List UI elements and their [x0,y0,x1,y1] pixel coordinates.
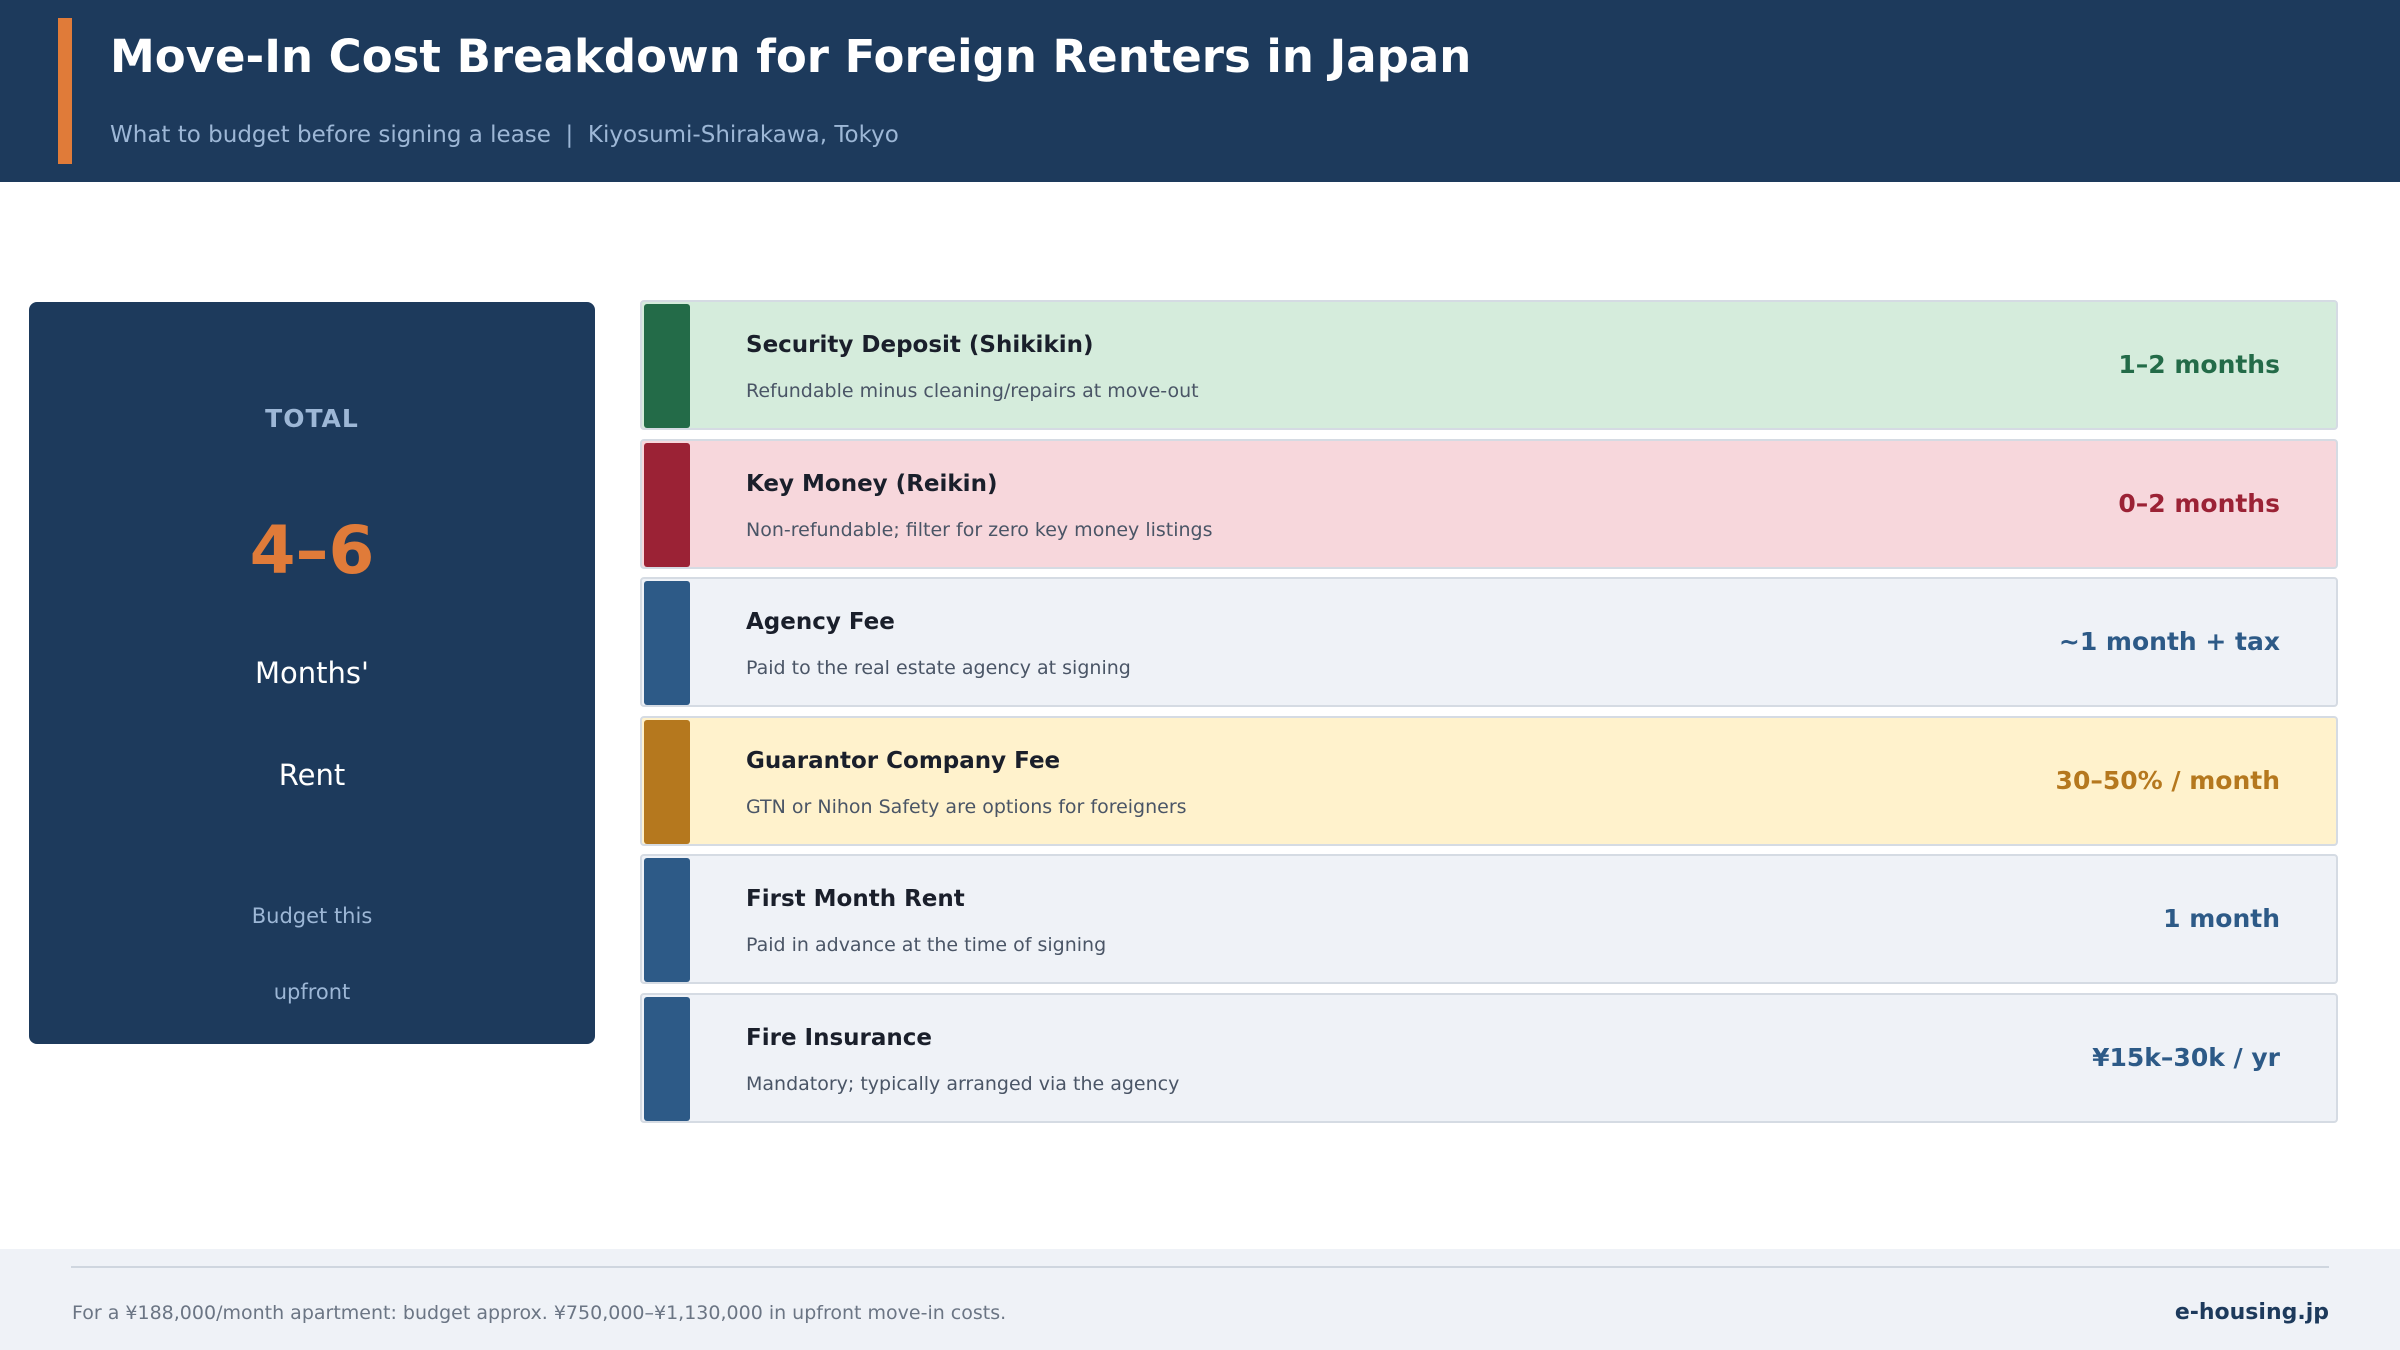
total-range: 4–6 [249,512,375,589]
cost-row-guarantor-fee: Guarantor Company Fee GTN or Nihon Safet… [640,716,2338,846]
cost-accent-bar [644,997,690,1121]
cost-amount: ~1 month + tax [2058,627,2280,656]
cost-description: Mandatory; typically arranged via the ag… [746,1073,1180,1095]
header-accent-bar [58,18,72,164]
footer-note: For a ¥188,000/month apartment: budget a… [72,1302,1007,1324]
cost-row-security-deposit: Security Deposit (Shikikin) Refundable m… [640,300,2338,430]
cost-amount: 0–2 months [2118,489,2280,518]
cost-row-key-money: Key Money (Reikin) Non-refundable; filte… [640,439,2338,569]
cost-accent-bar [644,304,690,428]
total-label: TOTAL [265,404,359,433]
cost-name: Fire Insurance [746,1025,933,1051]
infographic-page: Move-In Cost Breakdown for Foreign Rente… [0,0,2400,1350]
cost-row-fire-insurance: Fire Insurance Mandatory; typically arra… [640,993,2338,1123]
footer-brand: e-housing.jp [2174,1300,2329,1325]
cost-name: Security Deposit (Shikikin) [746,332,1094,358]
header-banner: Move-In Cost Breakdown for Foreign Rente… [0,0,2400,182]
total-note-line2: upfront [273,980,351,1004]
footer-divider [71,1266,2329,1268]
total-note-line1: Budget this [251,904,373,928]
cost-description: Refundable minus cleaning/repairs at mov… [746,380,1199,402]
cost-name: Guarantor Company Fee [746,748,1061,774]
cost-description: Paid in advance at the time of signing [746,934,1107,956]
cost-amount: 1 month [2163,904,2280,933]
cost-amount: 30–50% / month [2055,766,2280,795]
cost-amount: ¥15k–30k / yr [2092,1043,2280,1072]
cost-accent-bar [644,858,690,982]
footer: For a ¥188,000/month apartment: budget a… [0,1249,2400,1350]
total-unit-line2: Rent [278,758,346,792]
cost-accent-bar [644,581,690,705]
cost-amount: 1–2 months [2118,350,2280,379]
cost-name: Key Money (Reikin) [746,471,998,497]
cost-description: Paid to the real estate agency at signin… [746,657,1131,679]
cost-name: Agency Fee [746,609,895,635]
cost-row-first-month-rent: First Month Rent Paid in advance at the … [640,854,2338,984]
page-subtitle: What to budget before signing a lease | … [110,122,899,148]
cost-description: GTN or Nihon Safety are options for fore… [746,796,1187,818]
total-unit-line1: Months' [255,656,369,690]
cost-row-agency-fee: Agency Fee Paid to the real estate agenc… [640,577,2338,707]
page-title: Move-In Cost Breakdown for Foreign Rente… [110,30,1472,83]
cost-name: First Month Rent [746,886,965,912]
cost-accent-bar [644,443,690,567]
cost-description: Non-refundable; filter for zero key mone… [746,519,1213,541]
cost-accent-bar [644,720,690,844]
